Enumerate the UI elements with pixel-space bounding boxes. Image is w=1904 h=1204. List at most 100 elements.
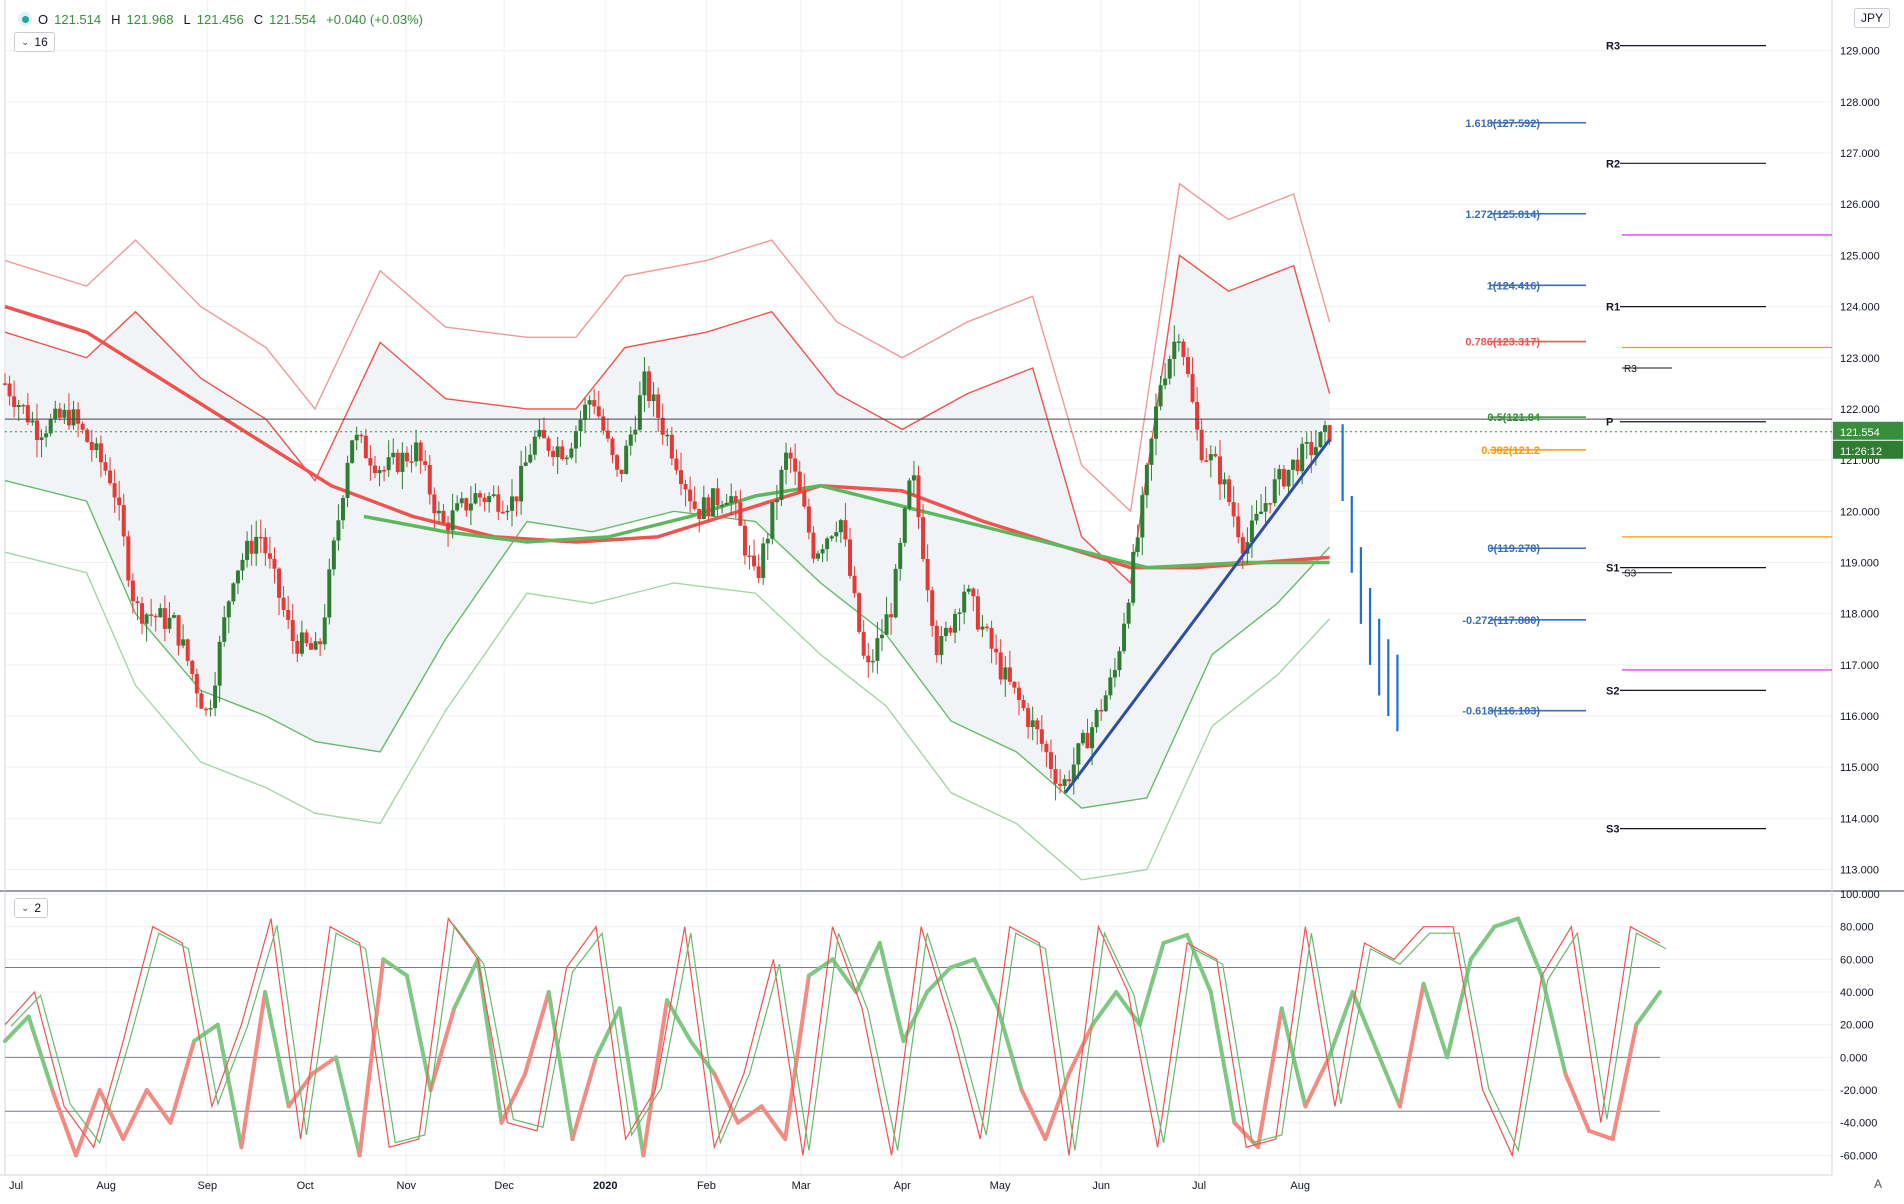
candle-body (1249, 520, 1254, 543)
candle-body (765, 538, 770, 544)
candle-body (939, 636, 944, 656)
candle-body (797, 471, 802, 492)
candle-body (12, 396, 17, 408)
price-axis-tick: 115.000 (1840, 762, 1879, 774)
candle-body (838, 520, 843, 533)
candle-body (71, 409, 76, 426)
candle-body (1213, 454, 1218, 457)
oscillator-axis-tick: -20.000 (1840, 1085, 1877, 1097)
candle-body (843, 520, 848, 540)
candle-body (555, 446, 560, 458)
fibonacci-level-label: 1.618(127.592) (1465, 118, 1540, 130)
candle-body (615, 455, 620, 470)
fibonacci-level-label: 0.786(123.317) (1465, 337, 1540, 349)
candle-body (121, 505, 126, 537)
candle-body (459, 498, 464, 504)
candle-body (564, 457, 569, 460)
candle-body (647, 371, 652, 402)
candle-body (596, 406, 601, 417)
fibonacci-level-label: -0.272(117.880) (1462, 615, 1540, 627)
pivot-level-label: R3 (1606, 41, 1620, 53)
candle-body (203, 708, 208, 711)
candle-body (820, 549, 825, 554)
candle-body (1094, 709, 1099, 728)
fibonacci-level-label: 0(119.278) (1487, 543, 1540, 555)
candle-body (340, 497, 345, 521)
ohlc-legend: O 121.514 H 121.968 L 121.456 C 121.554 +0.0… (18, 8, 427, 30)
candle-body (16, 404, 21, 408)
candle-body (505, 510, 510, 513)
candle-body (226, 601, 231, 618)
candle-body (1309, 441, 1314, 456)
price-tag-value: 121.554 (1840, 427, 1880, 439)
candle-body (532, 436, 537, 455)
candle-body (1172, 341, 1177, 360)
candle-body (825, 538, 830, 550)
candle-body (1135, 537, 1140, 552)
candle-body (948, 627, 953, 633)
candle-body (363, 435, 368, 459)
candle-body (1254, 513, 1259, 521)
candle-body (642, 371, 647, 396)
price-axis-tick: 126.000 (1840, 199, 1880, 211)
candle-body (368, 458, 373, 466)
date-axis-tick: Apr (894, 1180, 911, 1192)
pivot-level-label: S1 (1606, 563, 1619, 575)
candle-body (583, 404, 588, 420)
oscillator-indicator-count: 2 (34, 901, 42, 915)
candle-body (724, 502, 729, 506)
candle-body (1199, 429, 1204, 461)
candle-body (733, 496, 738, 503)
currency-button[interactable]: JPY (1853, 8, 1890, 28)
candle-body (1044, 743, 1049, 753)
main-pane-indicators-toggle[interactable]: ⌄ 16 (14, 32, 55, 52)
candle-body (222, 617, 227, 642)
candle-body (391, 452, 396, 458)
candle-body (1003, 667, 1008, 680)
candle-body (902, 508, 907, 543)
candle-body (423, 461, 428, 465)
candle-body (816, 553, 821, 559)
candle-body (601, 416, 606, 431)
fibonacci-level-label: 1(124.416) (1487, 280, 1541, 292)
candle-body (281, 597, 286, 610)
candle-body (925, 559, 930, 591)
candle-body (893, 568, 898, 618)
candle-body (418, 442, 423, 462)
candle-body (117, 497, 122, 506)
price-chart[interactable]: 1.618(127.592) 1.272(125.814) 1(124.416) 0.… (0, 0, 1904, 1199)
candle-body (1167, 359, 1172, 379)
candle-body (1122, 623, 1127, 652)
candle-body (1016, 687, 1021, 701)
candle-body (802, 491, 807, 507)
candle-body (1277, 468, 1282, 480)
oscillator-axis-tick: 100.000 (1840, 889, 1880, 901)
candle-body (263, 537, 268, 554)
oscillator-pane-toggle[interactable]: ⌄ 2 (14, 898, 49, 918)
candle-body (811, 532, 816, 559)
main-indicator-count: 16 (34, 35, 48, 49)
date-axis-tick: Sep (197, 1180, 217, 1192)
pivot-level-label: S3 (1606, 824, 1619, 836)
candle-body (66, 409, 71, 426)
low-value: 121.456 (196, 11, 244, 27)
candle-body (359, 434, 364, 437)
candle-body (1323, 425, 1328, 432)
candle-body (697, 508, 702, 520)
low-label: L (183, 11, 191, 27)
candle-body (907, 480, 912, 509)
candle-body (304, 632, 309, 644)
candle-body (784, 452, 789, 470)
candle-body (628, 434, 633, 446)
candle-body (62, 409, 67, 418)
candle-body (1048, 752, 1053, 770)
candle-body (651, 394, 656, 402)
candle-body (1062, 779, 1067, 786)
candle-body (76, 409, 81, 424)
candle-body (3, 383, 7, 385)
candle-body (779, 469, 784, 500)
auto-scale-button[interactable]: A (1874, 1177, 1882, 1191)
price-axis-tick: 129.000 (1840, 46, 1880, 58)
candle-body (1240, 537, 1245, 554)
candle-body (1300, 443, 1305, 472)
